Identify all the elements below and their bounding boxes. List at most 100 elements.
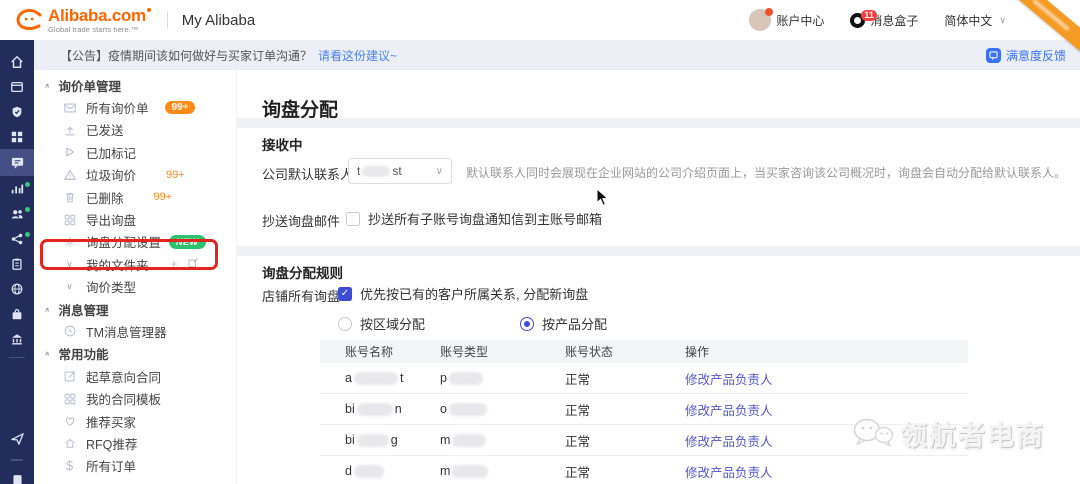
grid-icon <box>62 391 77 406</box>
dollar-icon: $ <box>62 458 77 473</box>
cc-checkbox[interactable] <box>346 212 360 226</box>
watermark: 领航者电商 <box>852 414 1045 453</box>
sidebar-item-recommended-buyers[interactable]: 推荐买家 <box>34 410 236 432</box>
collapse-caret-icon: ∧ <box>44 82 51 89</box>
satisfaction-feedback[interactable]: 满意度反馈 <box>986 47 1066 64</box>
sidebar-item-deleted[interactable]: 已删除 99+ <box>34 186 236 208</box>
rail-contacts-icon[interactable] <box>0 201 34 226</box>
account-center[interactable]: 账户中心 <box>749 9 824 31</box>
logo-tagline: Global trade starts here.™ <box>48 26 151 34</box>
rail-window-icon[interactable] <box>0 74 34 99</box>
account-name-suffix: t <box>400 371 403 385</box>
sidebar-item-export-inquiries[interactable]: 导出询盘 <box>34 208 236 230</box>
section-label: 消息管理 <box>59 300 109 319</box>
radio-region-row: 按区域分配 <box>338 314 425 333</box>
feedback-icon <box>986 48 1001 63</box>
sidebar-item-my-folders[interactable]: ∨ 我的文件夹 + <box>34 253 236 275</box>
trash-icon <box>62 190 77 205</box>
redacted-blur <box>357 434 389 447</box>
rail-bank-icon[interactable] <box>0 326 34 351</box>
product-radio-selected[interactable] <box>520 317 534 331</box>
default-contact-select[interactable]: t st ∨ <box>348 158 452 184</box>
redacted-blur <box>354 372 398 385</box>
item-label: 起草意向合同 <box>86 367 161 386</box>
sidebar-item-draft-contract[interactable]: 起草意向合同 <box>34 365 236 387</box>
my-alibaba-page: Alibaba.com Global trade starts here.™ M… <box>0 0 1080 484</box>
sidebar-section-common-functions[interactable]: ∧ 常用功能 <box>34 343 236 365</box>
account-name-suffix: g <box>391 433 398 447</box>
rail-apps-icon[interactable] <box>0 124 34 149</box>
account-type: m <box>440 464 450 478</box>
account-status: 正常 <box>565 462 685 481</box>
select-value-prefix: t <box>357 164 360 178</box>
modify-product-owner-link[interactable]: 修改产品负责人 <box>685 462 968 481</box>
cc-label: 抄送询盘邮件 <box>262 211 340 230</box>
sidebar-item-inquiry-types[interactable]: ∨ 询价类型 <box>34 276 236 298</box>
rail-messages-icon-active[interactable] <box>0 149 34 176</box>
redacted-blur <box>357 403 393 416</box>
header-actions: 账户中心 11 消息盒子 简体中文 ∨ <box>749 9 1080 31</box>
watermark-text: 领航者电商 <box>900 414 1045 453</box>
region-radio[interactable] <box>338 317 352 331</box>
rail-doc-icon[interactable] <box>0 467 34 484</box>
sidebar-item-all-orders[interactable]: $ 所有订单 <box>34 455 236 477</box>
language-label: 简体中文 <box>944 12 992 29</box>
rail-clipboard-icon[interactable] <box>0 251 34 276</box>
count-badge: 99+ <box>165 101 196 114</box>
item-label: RFQ推荐 <box>86 434 137 453</box>
sidebar-item-tm-message-manager[interactable]: TM消息管理器 <box>34 320 236 342</box>
add-folder-icon[interactable]: + <box>171 257 178 271</box>
notification-dot <box>25 232 30 237</box>
rail-shield-icon[interactable] <box>0 99 34 124</box>
language-selector[interactable]: 简体中文 ∨ <box>944 12 1006 29</box>
announcement-text: 【公告】疫情期间该如何做好与买家订单沟通？ <box>60 47 312 64</box>
header-divider <box>167 11 168 29</box>
sidebar-item-flagged[interactable]: 已加标记 <box>34 141 236 163</box>
redacted-blur <box>354 465 384 478</box>
mouse-cursor <box>596 188 610 207</box>
sidebar-item-inquiry-distribution-settings[interactable]: 询盘分配设置 NEW <box>34 231 236 253</box>
redacted-blur <box>362 166 390 177</box>
redacted-blur <box>449 372 483 385</box>
rail-send-icon[interactable] <box>0 426 34 451</box>
sidebar-item-contract-templates[interactable]: 我的合同模板 <box>34 387 236 409</box>
edit-folder-icon[interactable] <box>187 257 199 272</box>
user-avatar[interactable] <box>749 9 771 31</box>
announcement-link[interactable]: 请看这份建议~ <box>318 47 397 64</box>
table-header-row: 账号名称 账号类型 账号状态 操作 <box>320 340 968 363</box>
redacted-blur <box>452 434 486 447</box>
sidebar-item-rfq-recommend[interactable]: RFQ推荐 <box>34 432 236 454</box>
flag-icon <box>62 145 77 160</box>
item-label: 所有订单 <box>86 456 136 475</box>
rail-stats-icon[interactable] <box>0 176 34 201</box>
default-contact-description: 默认联系人同时会展现在企业网站的公司介绍页面上，当买家咨询该公司概况时，询盘会自… <box>466 164 1066 181</box>
warning-icon <box>62 167 77 182</box>
message-box[interactable]: 11 消息盒子 <box>850 12 918 29</box>
sidebar-section-inquiry-management[interactable]: ∧ 询价单管理 <box>34 74 236 96</box>
notification-dot <box>25 207 30 212</box>
count-text: 99+ <box>154 191 173 203</box>
rail-home-icon[interactable] <box>0 49 34 74</box>
sidebar-item-spam-inquiries[interactable]: 垃圾询价 99+ <box>34 164 236 186</box>
priority-checkbox-checked[interactable]: ✓ <box>338 287 352 301</box>
sidebar-item-all-inquiries[interactable]: 所有询价单 99+ <box>34 96 236 118</box>
modify-product-owner-link[interactable]: 修改产品负责人 <box>685 369 968 388</box>
rail-share-icon[interactable] <box>0 226 34 251</box>
radio-product-label: 按产品分配 <box>542 314 607 333</box>
rail-globe-icon[interactable] <box>0 276 34 301</box>
logo-dot <box>147 8 151 12</box>
rail-bag-icon[interactable] <box>0 301 34 326</box>
section-label: 常用功能 <box>59 344 109 363</box>
chevron-down-icon: ∨ <box>62 259 77 270</box>
account-center-label: 账户中心 <box>776 12 824 29</box>
sidebar-item-sent[interactable]: 已发送 <box>34 119 236 141</box>
alibaba-logo[interactable]: Alibaba.com Global trade starts here.™ <box>14 7 151 34</box>
message-count-badge: 11 <box>861 10 877 21</box>
logo-text: Alibaba.com Global trade starts here.™ <box>48 7 151 34</box>
gear-icon <box>62 234 77 249</box>
receiving-heading: 接收中 <box>262 134 303 154</box>
radio-region-label: 按区域分配 <box>360 314 425 333</box>
table-row: at p 正常 修改产品负责人 <box>320 363 968 394</box>
sidebar-section-message-management[interactable]: ∧ 消息管理 <box>34 298 236 320</box>
item-label: 已加标记 <box>86 143 136 162</box>
